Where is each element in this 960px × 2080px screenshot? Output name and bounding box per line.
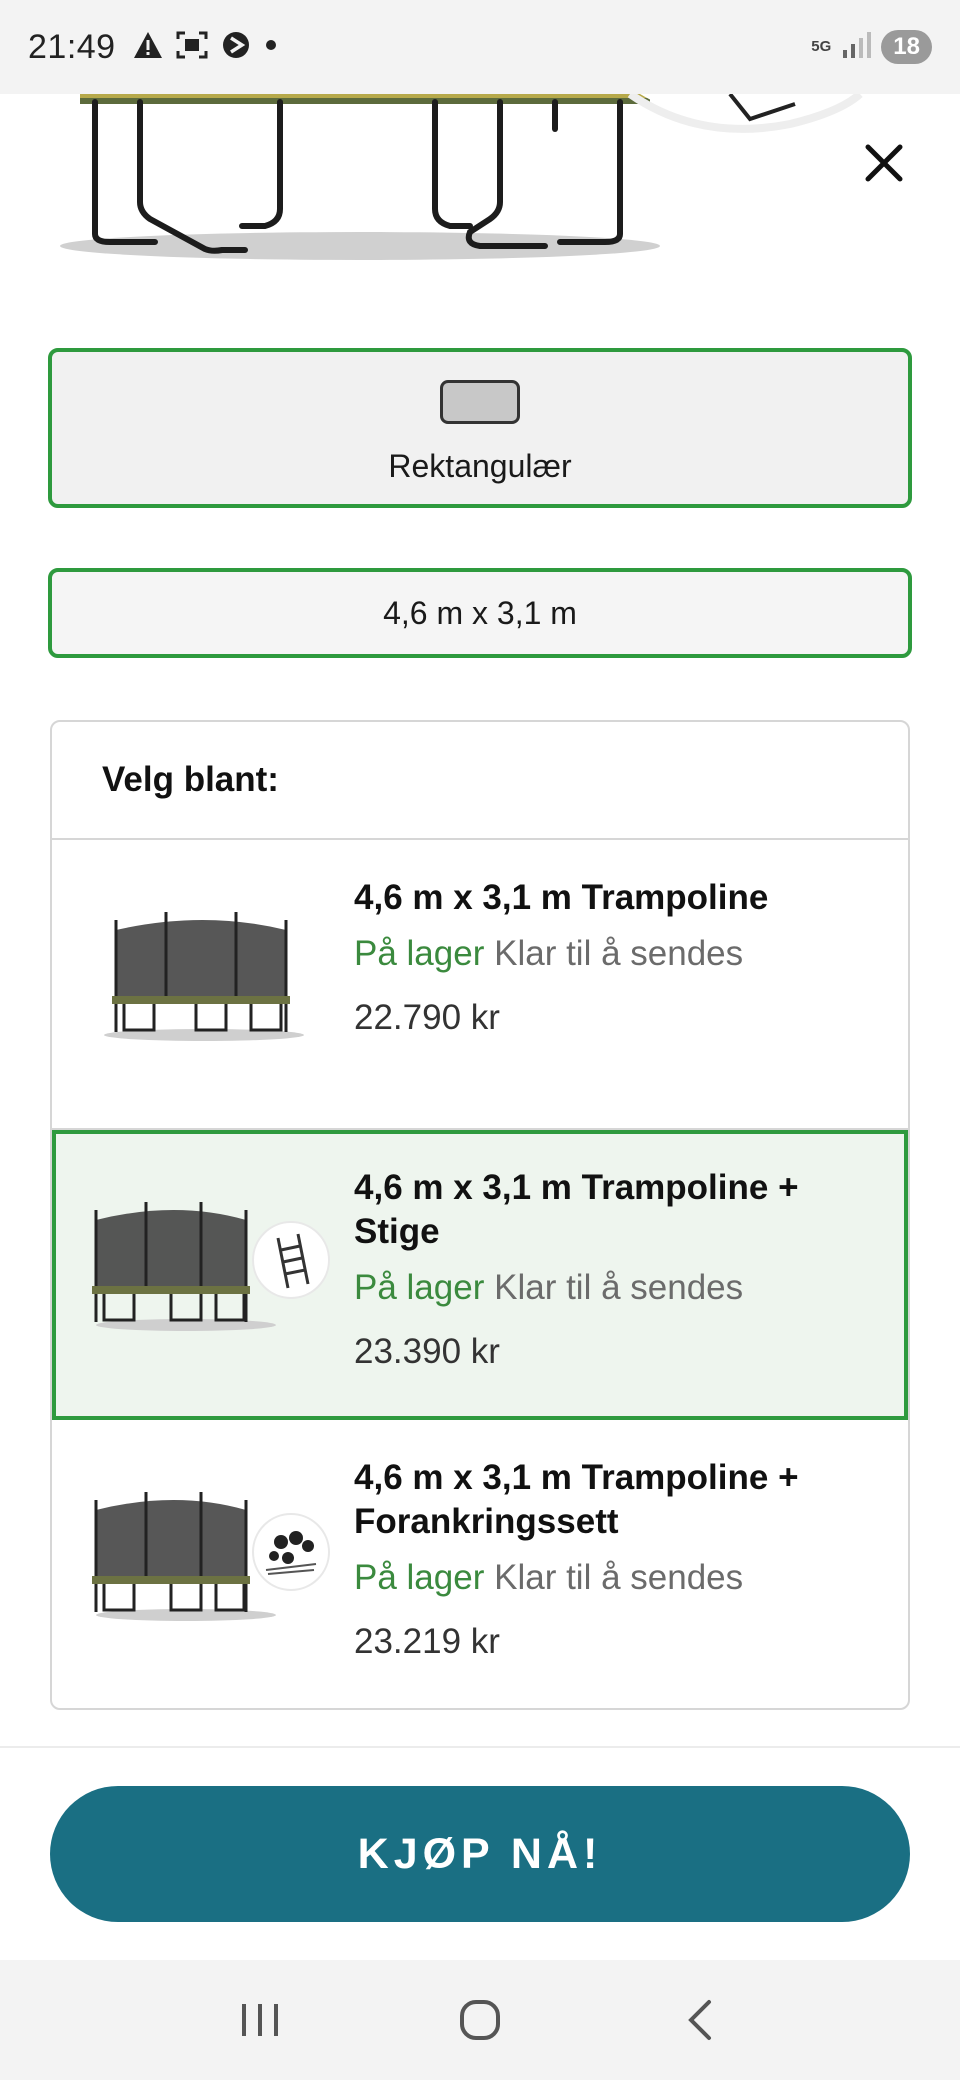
status-icons-left (132, 30, 278, 65)
recent-apps-icon (242, 2004, 278, 2036)
shape-option-label: Rektangulær (388, 448, 572, 484)
dot-icon (264, 38, 278, 57)
variant-text: 4,6 m x 3,1 m Trampoline + Stige På lage… (354, 1166, 868, 1372)
buy-now-button[interactable]: KJØP NÅ! (50, 1786, 910, 1922)
stock-status: På lager (354, 934, 485, 973)
footer-divider (0, 1746, 960, 1748)
stock-status: På lager (354, 1558, 485, 1597)
trampoline-anchor-thumbnail (76, 1460, 336, 1640)
close-button[interactable] (856, 135, 912, 191)
variant-text: 4,6 m x 3,1 m Trampoline På lager Klar t… (354, 876, 868, 1038)
warning-icon (132, 30, 164, 65)
variant-item-trampoline-anchor-kit[interactable]: 4,6 m x 3,1 m Trampoline + Forankringsse… (52, 1420, 908, 1708)
system-navigation-bar (0, 1960, 960, 2080)
stock-note: Klar til å sendes (494, 1268, 744, 1307)
trampoline-thumbnail (76, 880, 336, 1060)
screenshot-icon (176, 30, 208, 65)
variant-stock: På lager Klar til å sendes (354, 1556, 868, 1600)
signal-icon (841, 30, 872, 65)
variant-price: 22.790 kr (354, 998, 500, 1037)
product-hero-image (0, 90, 960, 264)
network-type-label: 5G (811, 38, 832, 55)
rectangle-shape-icon (440, 380, 520, 424)
variant-item-trampoline-ladder[interactable]: 4,6 m x 3,1 m Trampoline + Stige På lage… (52, 1130, 908, 1420)
home-icon (460, 2000, 500, 2040)
product-options-screen: 21:49 5G 18 Rektangulær 4,6 m x 3,1 m Ve… (0, 0, 960, 2080)
variant-title: 4,6 m x 3,1 m Trampoline + Forankringsse… (354, 1458, 799, 1541)
cast-icon (220, 30, 252, 65)
size-option[interactable]: 4,6 m x 3,1 m (48, 568, 912, 658)
variant-item-trampoline[interactable]: 4,6 m x 3,1 m Trampoline På lager Klar t… (52, 840, 908, 1130)
shape-option-rectangular[interactable]: Rektangulær (48, 348, 912, 508)
variant-text: 4,6 m x 3,1 m Trampoline + Forankringsse… (354, 1456, 868, 1662)
variant-stock: På lager Klar til å sendes (354, 1266, 868, 1310)
variant-list-header: Velg blant: (52, 722, 908, 840)
stock-note: Klar til å sendes (494, 1558, 744, 1597)
variant-price: 23.390 kr (354, 1332, 500, 1371)
back-icon (688, 2000, 711, 2040)
variant-price: 23.219 kr (354, 1622, 500, 1661)
stock-status: På lager (354, 1268, 485, 1307)
notification-count-badge: 18 (881, 30, 932, 64)
variant-stock: På lager Klar til å sendes (354, 932, 868, 976)
status-time: 21:49 (28, 27, 116, 66)
status-icons-right: 5G 18 (811, 30, 932, 65)
home-button[interactable] (440, 1980, 520, 2060)
recent-apps-button[interactable] (220, 1980, 300, 2060)
stock-note: Klar til å sendes (494, 934, 744, 973)
close-icon (865, 144, 903, 182)
status-bar: 21:49 5G 18 (0, 0, 960, 94)
variant-title: 4,6 m x 3,1 m Trampoline + Stige (354, 1168, 799, 1251)
trampoline-ladder-thumbnail (76, 1170, 336, 1350)
variant-title: 4,6 m x 3,1 m Trampoline (354, 878, 769, 917)
variant-list: Velg blant: 4,6 m x 3,1 m Trampoline På … (50, 720, 910, 1710)
back-button[interactable] (660, 1980, 740, 2060)
